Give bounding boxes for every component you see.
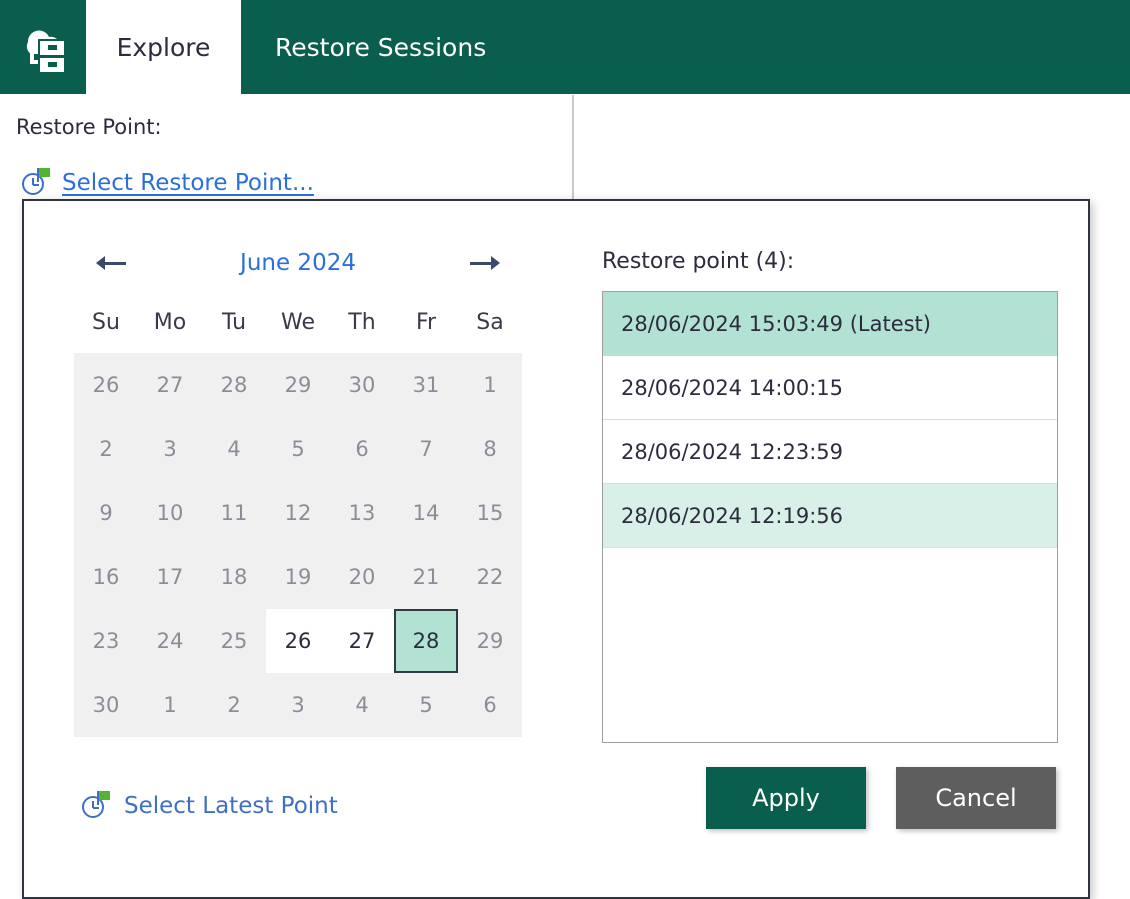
- calendar-day-cell[interactable]: 18: [202, 545, 266, 609]
- calendar-day-cell: 31: [412, 373, 440, 397]
- calendar-dow-mo: Mo: [153, 310, 187, 335]
- calendar-day-cell[interactable]: 13: [330, 481, 394, 545]
- calendar-dow-fr: Fr: [415, 310, 437, 335]
- restore-point-list-item[interactable]: 28/06/2024 12:23:59: [603, 420, 1057, 484]
- calendar-day-cell[interactable]: 24: [138, 609, 202, 673]
- calendar-month-title[interactable]: June 2024: [130, 250, 466, 276]
- calendar-day-cell[interactable]: 11: [202, 481, 266, 545]
- calendar-day-cell[interactable]: 22: [458, 545, 522, 609]
- arrow-left-icon[interactable]: [96, 250, 130, 276]
- calendar-day-cell[interactable]: 17: [138, 545, 202, 609]
- calendar-day-cell[interactable]: 10: [138, 481, 202, 545]
- calendar-day-cell: 6: [483, 693, 497, 717]
- calendar-day-cell[interactable]: 3: [138, 417, 202, 481]
- calendar-day-cell[interactable]: 16: [74, 545, 138, 609]
- cancel-button[interactable]: Cancel: [896, 767, 1056, 829]
- calendar-day-cell[interactable]: 19: [266, 545, 330, 609]
- calendar-day-cell[interactable]: 14: [394, 481, 458, 545]
- restore-point-list-item[interactable]: 28/06/2024 14:00:15: [603, 356, 1057, 420]
- calendar-day-cell[interactable]: 15: [458, 481, 522, 545]
- top-navigation-bar: Explore Restore Sessions: [0, 0, 1130, 94]
- tab-explore[interactable]: Explore: [86, 0, 241, 94]
- select-latest-point-row[interactable]: Select Latest Point: [80, 791, 338, 821]
- calendar-day-cell[interactable]: 4: [202, 417, 266, 481]
- calendar-day-cell[interactable]: 27: [330, 609, 394, 673]
- calendar-header: June 2024: [74, 241, 522, 285]
- calendar-day-cell[interactable]: 23: [74, 609, 138, 673]
- calendar-dow-sa: Sa: [476, 310, 504, 335]
- tab-restore-sessions-label: Restore Sessions: [275, 32, 487, 62]
- calendar-day-cell[interactable]: 1: [458, 353, 522, 417]
- calendar-dow-tu: Tu: [221, 310, 247, 335]
- restore-point-list-item[interactable]: 28/06/2024 12:19:56: [603, 484, 1057, 548]
- clock-flag-icon: [20, 168, 50, 198]
- select-restore-point-dialog: June 2024 Su Mo Tu We Th Fr Sa 26 27 28 29 30 31 1 2 3…: [22, 199, 1090, 899]
- restore-points-label: Restore point (4):: [602, 249, 795, 274]
- calendar-day-cell: 2: [227, 693, 241, 717]
- calendar-day-cell[interactable]: 9: [74, 481, 138, 545]
- calendar-day-cell[interactable]: 25: [202, 609, 266, 673]
- calendar-day-cell[interactable]: 21: [394, 545, 458, 609]
- select-latest-point-link[interactable]: Select Latest Point: [124, 793, 338, 819]
- calendar-day-cell: 3: [291, 693, 305, 717]
- calendar-day-cell[interactable]: 28: [394, 609, 458, 673]
- cloud-archive-icon: [0, 0, 86, 94]
- calendar-day-headers: Su Mo Tu We Th Fr Sa: [74, 303, 522, 343]
- calendar-day-cell: 1: [163, 693, 177, 717]
- calendar-day-cell[interactable]: 7: [394, 417, 458, 481]
- calendar-day-cell: 26: [92, 373, 120, 397]
- restore-points-list[interactable]: 28/06/2024 15:03:49 (Latest) 28/06/2024 1…: [602, 291, 1058, 743]
- calendar-dow-we: We: [281, 310, 315, 335]
- calendar-day-cell: 4: [355, 693, 369, 717]
- restore-point-label: Restore Point:: [16, 115, 162, 139]
- panel-divider: [572, 95, 574, 203]
- calendar-day-cell[interactable]: 20: [330, 545, 394, 609]
- calendar-day-cell[interactable]: 26: [266, 609, 330, 673]
- calendar-day-cell[interactable]: 5: [266, 417, 330, 481]
- calendar-dow-th: Th: [348, 310, 376, 335]
- calendar-day-cell: 30: [348, 373, 376, 397]
- tab-restore-sessions[interactable]: Restore Sessions: [241, 0, 520, 94]
- calendar-day-cell[interactable]: 29: [458, 609, 522, 673]
- calendar-day-cell: 28: [220, 373, 248, 397]
- calendar-dow-su: Su: [92, 310, 120, 335]
- arrow-right-icon[interactable]: [466, 250, 500, 276]
- calendar-widget: June 2024 Su Mo Tu We Th Fr Sa 26 27 28 29 30 31 1 2 3…: [74, 241, 522, 737]
- calendar-day-cell: 27: [156, 373, 184, 397]
- calendar-day-cell[interactable]: 6: [330, 417, 394, 481]
- dialog-button-row: Apply Cancel: [706, 767, 1056, 829]
- apply-button[interactable]: Apply: [706, 767, 866, 829]
- calendar-day-cell: 5: [419, 693, 433, 717]
- calendar-day-cell[interactable]: 30: [74, 673, 138, 737]
- select-restore-point-link[interactable]: Select Restore Point...: [62, 170, 314, 196]
- calendar-day-cell: 29: [284, 373, 312, 397]
- apply-button-label: Apply: [752, 784, 820, 812]
- tab-explore-label: Explore: [116, 32, 211, 62]
- calendar-day-cell[interactable]: 12: [266, 481, 330, 545]
- calendar-day-grid: 26 27 28 29 30 31 1 2 3 4 5 6 7 8 9 10 11 12 13 14 15 16 17 18 1…: [74, 353, 522, 737]
- restore-point-list-item[interactable]: 28/06/2024 15:03:49 (Latest): [603, 292, 1057, 356]
- clock-flag-icon: [80, 791, 110, 821]
- calendar-day-cell[interactable]: 2: [74, 417, 138, 481]
- cancel-button-label: Cancel: [935, 784, 1017, 812]
- select-restore-point-row[interactable]: Select Restore Point...: [20, 168, 314, 198]
- calendar-day-cell[interactable]: 8: [458, 417, 522, 481]
